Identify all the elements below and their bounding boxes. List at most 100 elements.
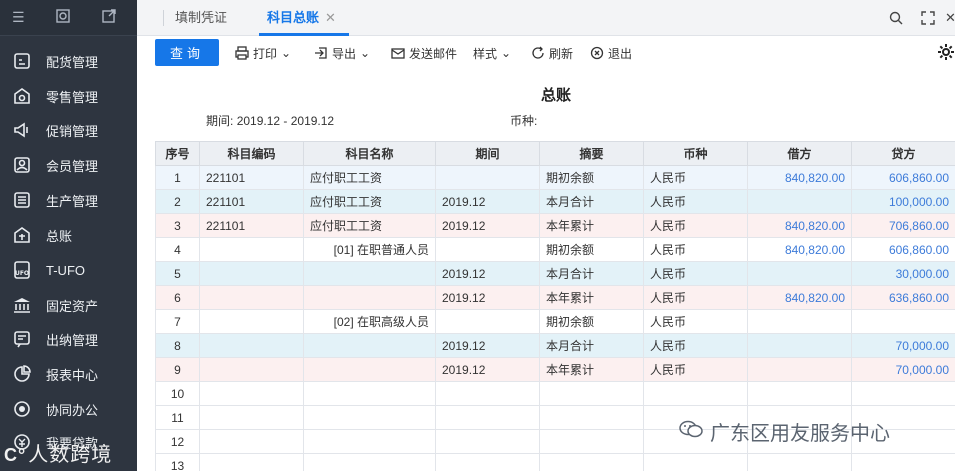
cell-summary [539, 405, 644, 430]
cell-debit: 840,820.00 [747, 213, 852, 238]
export-button[interactable]: 导出 ⌄ [314, 36, 370, 70]
cell-summary: 本年累计 [539, 285, 644, 310]
cell-idx: 4 [155, 237, 200, 262]
column-header[interactable]: 序号 [155, 141, 200, 166]
query-button[interactable]: 查询 [155, 39, 219, 66]
column-header[interactable]: 期间 [435, 141, 540, 166]
brand-logo-icon: C° [4, 445, 27, 465]
sidebar-item-distribution[interactable]: 配货管理 [0, 44, 137, 78]
external-link-icon[interactable] [101, 8, 117, 27]
cell-idx: 7 [155, 309, 200, 334]
cell-currency: 人民币 [643, 309, 748, 334]
menu-icon[interactable]: ☰ [12, 9, 25, 26]
send-email-button[interactable]: 发送邮件 [391, 36, 457, 70]
cell-period [435, 453, 540, 471]
cell-debit: 840,820.00 [747, 165, 852, 190]
cell-credit: 606,860.00 [851, 237, 955, 262]
brand-watermark: C° 人数跨境 [4, 444, 113, 466]
fullscreen-icon[interactable] [921, 0, 935, 36]
cell-period: 2019.12 [435, 285, 540, 310]
retail-icon [11, 85, 33, 107]
print-label: 打印 [253, 46, 278, 61]
search-icon[interactable] [889, 0, 903, 36]
sidebar-item-collaboration[interactable]: 协同办公 [0, 392, 137, 426]
sidebar-item-label: 生产管理 [46, 193, 99, 209]
search-icon[interactable] [55, 8, 71, 27]
cell-currency [643, 381, 748, 406]
tab-bar: 填制凭证 科目总账 ✕ ✕ [137, 0, 955, 36]
cell-name [303, 453, 436, 471]
sidebar-item-reports[interactable]: 报表中心 [0, 357, 137, 391]
refresh-button[interactable]: 刷新 [531, 36, 573, 70]
cell-code: 221101 [199, 213, 304, 238]
app-window: ☰ 配货管理 零售管理 促销管理 会员管理 生产管理 总账 UFO T-UFO … [0, 0, 955, 471]
watermark-text: 广东区用友服务中心 [710, 423, 890, 445]
distribution-icon [11, 50, 33, 72]
sidebar-item-ledger[interactable]: 总账 [0, 218, 137, 252]
cell-currency: 人民币 [643, 261, 748, 286]
cell-currency [643, 453, 748, 471]
column-header[interactable]: 摘要 [539, 141, 644, 166]
sidebar-item-retail[interactable]: 零售管理 [0, 79, 137, 113]
sidebar-item-tufo[interactable]: UFO T-UFO [0, 253, 137, 287]
column-header[interactable]: 科目名称 [303, 141, 436, 166]
table-row[interactable]: 9 2019.12 本年累计 人民币 70,000.00 [155, 357, 955, 382]
column-header[interactable]: 借方 [747, 141, 852, 166]
cell-idx: 13 [155, 453, 200, 471]
cell-summary: 本年累计 [539, 213, 644, 238]
cell-idx: 3 [155, 213, 200, 238]
cell-idx: 10 [155, 381, 200, 406]
cell-summary: 本月合计 [539, 261, 644, 286]
table-row[interactable]: 10 [155, 381, 955, 406]
ufo-icon: UFO [11, 259, 33, 281]
style-button[interactable]: 样式 ⌄ [473, 36, 511, 70]
table-row[interactable]: 3 221101 应付职工工资 2019.12 本年累计 人民币 840,820.00 706… [155, 213, 955, 238]
table-row[interactable]: 13 [155, 453, 955, 471]
tab-voucher[interactable]: 填制凭证 [175, 0, 227, 36]
table-row[interactable]: 1 221101 应付职工工资 期初余额 人民币 840,820.00 606,860.00 [155, 165, 955, 190]
sidebar-item-label: 总账 [46, 228, 73, 244]
close-window-icon[interactable]: ✕ [945, 0, 955, 36]
cell-code [199, 429, 304, 454]
cell-credit [851, 453, 955, 471]
tab-ledger[interactable]: 科目总账 ✕ [267, 0, 336, 36]
print-button[interactable]: 打印 ⌄ [235, 36, 291, 70]
column-header[interactable]: 科目编码 [199, 141, 304, 166]
chevron-down-icon: ⌄ [360, 46, 371, 60]
sidebar-item-label: 促销管理 [46, 123, 99, 139]
table-header-row: 序号 科目编码 科目名称 期间 摘要 币种 借方 贷方 [155, 141, 955, 166]
ledger-icon [11, 224, 33, 246]
sidebar-item-label: 固定资产 [46, 298, 99, 314]
table-row[interactable]: 4 [01] 在职普通人员 期初余额 人民币 840,820.00 606,860.00 [155, 237, 955, 262]
cell-period [435, 405, 540, 430]
column-header[interactable]: 贷方 [851, 141, 955, 166]
exit-button[interactable]: 退出 [590, 36, 632, 70]
cell-summary: 本月合计 [539, 189, 644, 214]
cell-credit: 636,860.00 [851, 285, 955, 310]
cell-debit [747, 381, 852, 406]
table-row[interactable]: 5 2019.12 本月合计 人民币 30,000.00 [155, 261, 955, 286]
table-row[interactable]: 8 2019.12 本月合计 人民币 70,000.00 [155, 333, 955, 358]
table-row[interactable]: 7 [02] 在职高级人员 期初余额 人民币 [155, 309, 955, 334]
sidebar-item-promotion[interactable]: 促销管理 [0, 113, 137, 147]
column-header[interactable]: 币种 [643, 141, 748, 166]
table-row[interactable]: 2 221101 应付职工工资 2019.12 本月合计 人民币 100,000.00 [155, 189, 955, 214]
megaphone-icon [11, 119, 33, 141]
table-row[interactable]: 6 2019.12 本年累计 人民币 840,820.00 636,860.00 [155, 285, 955, 310]
cell-code [199, 309, 304, 334]
sidebar-item-fixed-assets[interactable]: 固定资产 [0, 288, 137, 322]
cell-idx: 5 [155, 261, 200, 286]
cell-credit: 70,000.00 [851, 333, 955, 358]
sidebar-item-cashier[interactable]: 出纳管理 [0, 322, 137, 356]
cell-period [435, 381, 540, 406]
cell-name [303, 285, 436, 310]
sidebar-item-member[interactable]: 会员管理 [0, 148, 137, 182]
cell-name: 应付职工工资 [303, 189, 436, 214]
cell-currency: 人民币 [643, 333, 748, 358]
gear-icon[interactable] [937, 43, 955, 64]
sidebar-item-production[interactable]: 生产管理 [0, 183, 137, 217]
cell-debit: 840,820.00 [747, 237, 852, 262]
cell-code [199, 261, 304, 286]
close-tab-icon[interactable]: ✕ [325, 10, 336, 25]
cell-name [303, 333, 436, 358]
